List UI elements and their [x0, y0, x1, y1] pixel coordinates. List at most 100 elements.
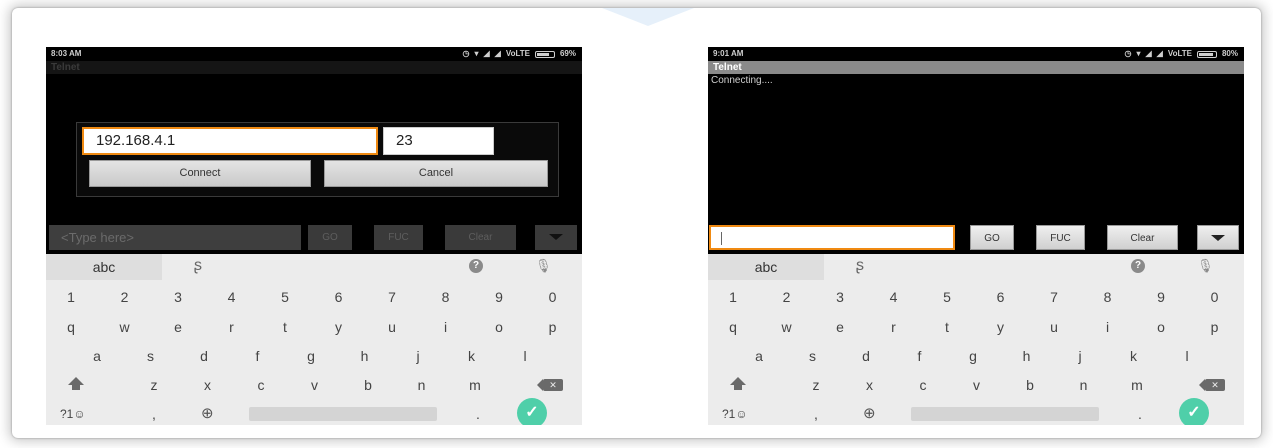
key-t[interactable]: t	[270, 314, 300, 340]
comma-key[interactable]: ,	[814, 401, 818, 425]
key-d[interactable]: d	[189, 343, 219, 369]
key-9[interactable]: 9	[1146, 284, 1176, 310]
key-k[interactable]: k	[1119, 343, 1149, 369]
key-o[interactable]: o	[1146, 314, 1176, 340]
enter-check-icon[interactable]: ✓	[517, 398, 547, 425]
key-g[interactable]: g	[296, 343, 326, 369]
period-key[interactable]: .	[476, 401, 480, 425]
key-c[interactable]: c	[246, 372, 276, 398]
symbols-key[interactable]: ?1☺	[60, 401, 86, 425]
key-9[interactable]: 9	[484, 284, 514, 310]
key-8[interactable]: 8	[1093, 284, 1123, 310]
clear-button[interactable]: Clear	[1107, 225, 1178, 250]
key-y[interactable]: y	[986, 314, 1016, 340]
key-1[interactable]: 1	[718, 284, 748, 310]
command-input[interactable]	[709, 225, 955, 250]
key-4[interactable]: 4	[879, 284, 909, 310]
handwriting-icon[interactable]: ʂ	[856, 257, 864, 275]
fuc-button[interactable]: FUC	[374, 225, 423, 250]
key-k[interactable]: k	[457, 343, 487, 369]
key-q[interactable]: q	[56, 314, 86, 340]
key-e[interactable]: e	[825, 314, 855, 340]
globe-icon[interactable]: ⊕	[201, 401, 214, 425]
key-4[interactable]: 4	[217, 284, 247, 310]
key-e[interactable]: e	[163, 314, 193, 340]
key-1[interactable]: 1	[56, 284, 86, 310]
key-2[interactable]: 2	[772, 284, 802, 310]
period-key[interactable]: .	[1138, 401, 1142, 425]
handwriting-icon[interactable]: ʂ	[194, 257, 202, 275]
key-d[interactable]: d	[851, 343, 881, 369]
key-n[interactable]: n	[407, 372, 437, 398]
shift-icon[interactable]	[730, 377, 746, 390]
key-n[interactable]: n	[1069, 372, 1099, 398]
backspace-icon[interactable]: ✕	[1199, 379, 1225, 391]
key-t[interactable]: t	[932, 314, 962, 340]
key-l[interactable]: l	[510, 343, 540, 369]
key-o[interactable]: o	[484, 314, 514, 340]
key-r[interactable]: r	[217, 314, 247, 340]
help-icon[interactable]: ?	[469, 259, 483, 273]
key-c[interactable]: c	[908, 372, 938, 398]
key-s[interactable]: s	[136, 343, 166, 369]
key-f[interactable]: f	[905, 343, 935, 369]
key-b[interactable]: b	[1015, 372, 1045, 398]
command-input[interactable]: <Type here>	[49, 225, 301, 250]
key-u[interactable]: u	[1039, 314, 1069, 340]
backspace-icon[interactable]: ✕	[537, 379, 563, 391]
key-i[interactable]: i	[1093, 314, 1123, 340]
key-p[interactable]: p	[538, 314, 568, 340]
key-h[interactable]: h	[350, 343, 380, 369]
key-0[interactable]: 0	[538, 284, 568, 310]
key-j[interactable]: j	[1065, 343, 1095, 369]
space-key[interactable]	[249, 407, 437, 421]
keyboard-mode-tab[interactable]: abc	[46, 254, 162, 280]
dropdown-button[interactable]	[1197, 225, 1239, 250]
key-l[interactable]: l	[1172, 343, 1202, 369]
comma-key[interactable]: ,	[152, 401, 156, 425]
key-u[interactable]: u	[377, 314, 407, 340]
key-3[interactable]: 3	[163, 284, 193, 310]
key-s[interactable]: s	[798, 343, 828, 369]
key-5[interactable]: 5	[270, 284, 300, 310]
key-7[interactable]: 7	[1039, 284, 1069, 310]
key-v[interactable]: v	[962, 372, 992, 398]
symbols-key[interactable]: ?1☺	[722, 401, 748, 425]
key-6[interactable]: 6	[324, 284, 354, 310]
mic-icon[interactable]: 🎙	[1197, 258, 1214, 274]
host-input[interactable]: 192.168.4.1	[82, 127, 378, 155]
key-z[interactable]: z	[139, 372, 169, 398]
connect-button[interactable]: Connect	[89, 160, 311, 187]
key-h[interactable]: h	[1012, 343, 1042, 369]
key-b[interactable]: b	[353, 372, 383, 398]
key-m[interactable]: m	[1122, 372, 1152, 398]
dropdown-button[interactable]	[535, 225, 577, 250]
key-y[interactable]: y	[324, 314, 354, 340]
space-key[interactable]	[911, 407, 1099, 421]
key-x[interactable]: x	[193, 372, 223, 398]
key-7[interactable]: 7	[377, 284, 407, 310]
shift-icon[interactable]	[68, 377, 84, 390]
key-3[interactable]: 3	[825, 284, 855, 310]
go-button[interactable]: GO	[970, 225, 1014, 250]
key-8[interactable]: 8	[431, 284, 461, 310]
key-6[interactable]: 6	[986, 284, 1016, 310]
key-q[interactable]: q	[718, 314, 748, 340]
key-v[interactable]: v	[300, 372, 330, 398]
mic-icon[interactable]: 🎙	[535, 258, 552, 274]
key-f[interactable]: f	[243, 343, 273, 369]
key-a[interactable]: a	[82, 343, 112, 369]
key-p[interactable]: p	[1200, 314, 1230, 340]
clear-button[interactable]: Clear	[445, 225, 516, 250]
key-5[interactable]: 5	[932, 284, 962, 310]
key-x[interactable]: x	[855, 372, 885, 398]
key-2[interactable]: 2	[110, 284, 140, 310]
key-r[interactable]: r	[879, 314, 909, 340]
keyboard-mode-tab[interactable]: abc	[708, 254, 824, 280]
key-z[interactable]: z	[801, 372, 831, 398]
key-w[interactable]: w	[110, 314, 140, 340]
globe-icon[interactable]: ⊕	[863, 401, 876, 425]
key-m[interactable]: m	[460, 372, 490, 398]
port-input[interactable]: 23	[383, 127, 494, 155]
fuc-button[interactable]: FUC	[1036, 225, 1085, 250]
